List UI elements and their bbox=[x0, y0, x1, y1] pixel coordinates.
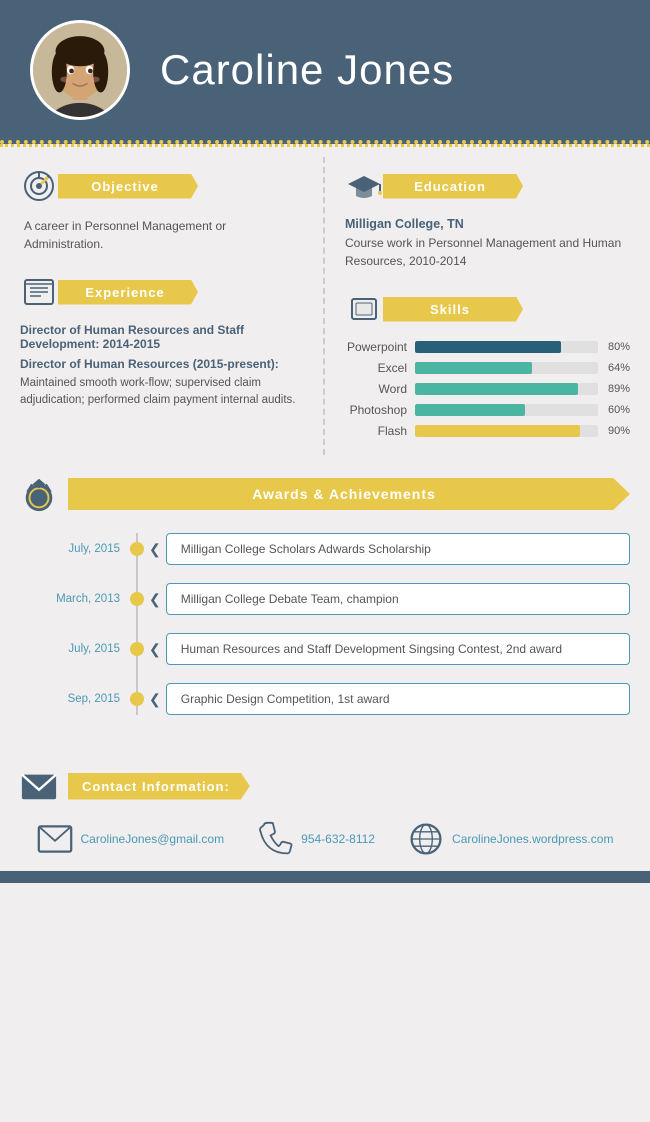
skill-name-word: Word bbox=[345, 382, 415, 396]
skill-pct-excel: 64% bbox=[598, 362, 630, 374]
skill-pct-photoshop: 60% bbox=[598, 404, 630, 416]
timeline-dot-4 bbox=[130, 692, 144, 706]
skill-photoshop: Photoshop 60% bbox=[345, 403, 630, 417]
timeline-box-1: Milligan College Scholars Adwards Schola… bbox=[166, 533, 630, 565]
awards-banner: Awards & Achievements bbox=[68, 478, 630, 510]
skill-bar-fill-photoshop bbox=[415, 404, 525, 416]
skills-list: Powerpoint 80% Excel 64% Word 89% bbox=[345, 340, 630, 438]
contact-phone: 954-632-8112 bbox=[301, 832, 375, 846]
timeline-chevron-2: ❮ bbox=[149, 591, 161, 608]
skills-banner: Skills bbox=[383, 297, 523, 322]
skill-name-flash: Flash bbox=[345, 424, 415, 438]
skill-word: Word 89% bbox=[345, 382, 630, 396]
timeline-item-2: March, 2013 ❮ Milligan College Debate Te… bbox=[40, 583, 630, 615]
main-two-col: Objective A career in Personnel Manageme… bbox=[0, 147, 650, 465]
skill-excel: Excel 64% bbox=[345, 361, 630, 375]
education-icon bbox=[345, 167, 383, 205]
timeline-box-4: Graphic Design Competition, 1st award bbox=[166, 683, 630, 715]
timeline: July, 2015 ❮ Milligan College Scholars A… bbox=[20, 533, 630, 715]
awards-icon bbox=[20, 475, 58, 513]
timeline-chevron-4: ❮ bbox=[149, 691, 161, 708]
timeline-date-3: July, 2015 bbox=[40, 643, 130, 655]
timeline-chevron-3: ❮ bbox=[149, 641, 161, 658]
skill-bar-bg-excel bbox=[415, 362, 598, 374]
skill-pct-flash: 90% bbox=[598, 425, 630, 437]
exp-title-1: Director of Human Resources and Staff De… bbox=[20, 323, 303, 351]
right-column: Education Milligan College, TN Course wo… bbox=[325, 157, 650, 455]
timeline-dot-1 bbox=[130, 542, 144, 556]
skills-icon bbox=[345, 290, 383, 328]
timeline-dot-2 bbox=[130, 592, 144, 606]
edu-course: Course work in Personnel Management and … bbox=[345, 234, 630, 270]
contact-banner: Contact Information: bbox=[68, 773, 250, 800]
experience-header: Experience bbox=[20, 273, 303, 311]
contact-website: CarolineJones.wordpress.com bbox=[452, 832, 613, 846]
timeline-item-3: July, 2015 ❮ Human Resources and Staff D… bbox=[40, 633, 630, 665]
awards-section: Awards & Achievements July, 2015 ❮ Milli… bbox=[0, 465, 650, 753]
objective-icon bbox=[20, 167, 58, 205]
education-header: Education bbox=[345, 167, 630, 205]
skills-header: Skills bbox=[345, 290, 630, 328]
experience-banner: Experience bbox=[58, 280, 198, 305]
skill-bar-fill-powerpoint bbox=[415, 341, 561, 353]
exp-title-2: Director of Human Resources (2015-presen… bbox=[20, 357, 303, 371]
timeline-date-4: Sep, 2015 bbox=[40, 693, 130, 705]
skill-bar-fill-flash bbox=[415, 425, 580, 437]
phone-icon bbox=[257, 821, 293, 857]
skill-bar-bg-photoshop bbox=[415, 404, 598, 416]
exp-desc-2: Maintained smooth work-flow; supervised … bbox=[20, 375, 303, 410]
timeline-chevron-1: ❮ bbox=[149, 541, 161, 558]
skill-bar-bg-flash bbox=[415, 425, 598, 437]
left-column: Objective A career in Personnel Manageme… bbox=[0, 157, 325, 455]
education-banner: Education bbox=[383, 174, 523, 199]
timeline-dot-3 bbox=[130, 642, 144, 656]
website-icon bbox=[408, 821, 444, 857]
skill-bar-bg-word bbox=[415, 383, 598, 395]
skill-name-photoshop: Photoshop bbox=[345, 403, 415, 417]
contact-phone-item: 954-632-8112 bbox=[257, 821, 375, 857]
contact-header: Contact Information: bbox=[20, 767, 630, 805]
skill-powerpoint: Powerpoint 80% bbox=[345, 340, 630, 354]
awards-header: Awards & Achievements bbox=[20, 475, 630, 513]
edu-institution: Milligan College, TN bbox=[345, 217, 630, 231]
timeline-item-4: Sep, 2015 ❮ Graphic Design Competition, … bbox=[40, 683, 630, 715]
skill-name-powerpoint: Powerpoint bbox=[345, 340, 415, 354]
contact-website-item: CarolineJones.wordpress.com bbox=[408, 821, 613, 857]
timeline-date-2: March, 2013 bbox=[40, 593, 130, 605]
skill-bar-bg-powerpoint bbox=[415, 341, 598, 353]
timeline-item-1: July, 2015 ❮ Milligan College Scholars A… bbox=[40, 533, 630, 565]
objective-banner: Objective bbox=[58, 174, 198, 199]
skill-pct-powerpoint: 80% bbox=[598, 341, 630, 353]
objective-header: Objective bbox=[20, 167, 303, 205]
objective-text: A career in Personnel Management or Admi… bbox=[20, 217, 303, 253]
header-name: Caroline Jones bbox=[160, 46, 454, 94]
skill-flash: Flash 90% bbox=[345, 424, 630, 438]
skill-bar-fill-word bbox=[415, 383, 578, 395]
header: Caroline Jones bbox=[0, 0, 650, 144]
timeline-date-1: July, 2015 bbox=[40, 543, 130, 555]
experience-icon bbox=[20, 273, 58, 311]
skill-pct-word: 89% bbox=[598, 383, 630, 395]
timeline-box-3: Human Resources and Staff Development Si… bbox=[166, 633, 630, 665]
skill-bar-fill-excel bbox=[415, 362, 532, 374]
footer-bar bbox=[0, 871, 650, 883]
contact-email-item: CarolineJones@gmail.com bbox=[37, 821, 225, 857]
contact-email: CarolineJones@gmail.com bbox=[81, 832, 225, 846]
email-icon bbox=[37, 821, 73, 857]
avatar bbox=[30, 20, 130, 120]
contact-icon bbox=[20, 767, 58, 805]
contact-row: CarolineJones@gmail.com 954-632-8112 Car… bbox=[20, 821, 630, 857]
skill-name-excel: Excel bbox=[345, 361, 415, 375]
timeline-box-2: Milligan College Debate Team, champion bbox=[166, 583, 630, 615]
contact-section: Contact Information: CarolineJones@gmail… bbox=[0, 753, 650, 871]
